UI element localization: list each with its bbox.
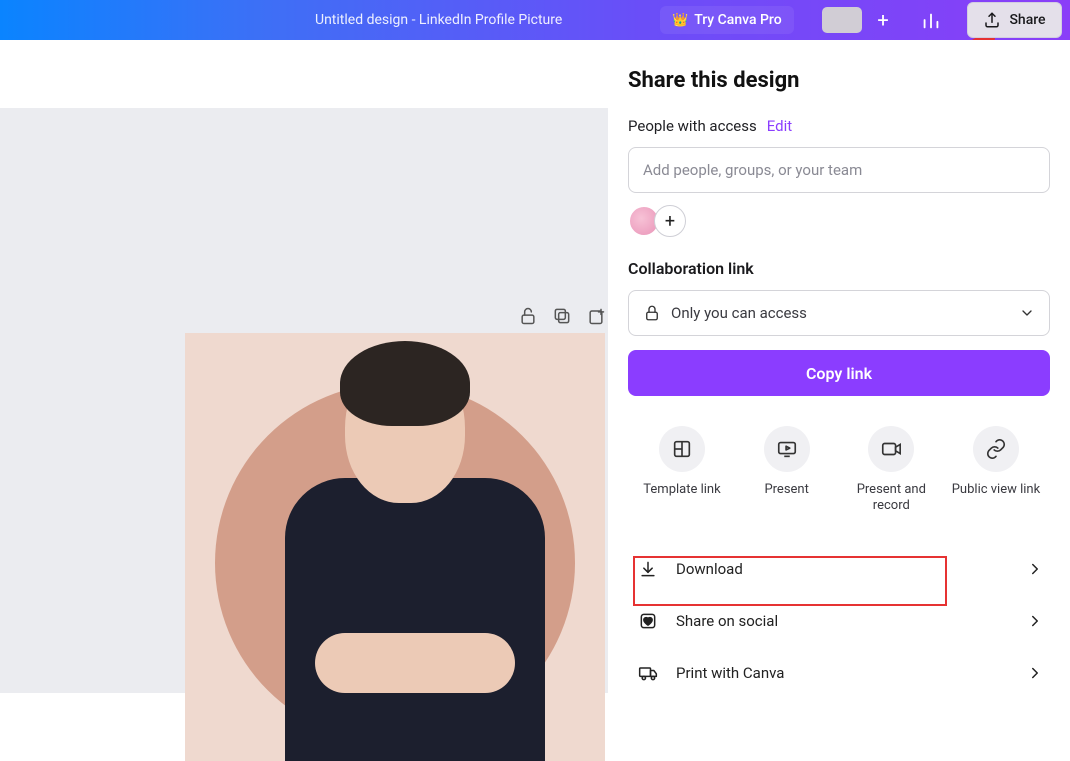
try-canva-pro-button[interactable]: 👑 Try Canva Pro [660, 6, 794, 34]
download-item[interactable]: Download [628, 543, 1050, 595]
heart-icon [636, 609, 660, 633]
share-button[interactable]: Share [967, 2, 1062, 38]
present-record-label: Present and record [839, 482, 943, 515]
present-icon [776, 438, 798, 460]
portrait-arms [315, 633, 515, 693]
access-avatars: + [628, 205, 1050, 237]
chevron-right-icon [1026, 560, 1044, 578]
lock-icon[interactable] [518, 306, 538, 326]
share-panel-title: Share this design [628, 68, 1050, 93]
chevron-right-icon [1026, 612, 1044, 630]
present-label: Present [764, 482, 808, 498]
document-title[interactable]: Untitled design - LinkedIn Profile Pictu… [315, 12, 562, 28]
user-chip[interactable] [822, 7, 862, 33]
link-access-value: Only you can access [671, 304, 807, 322]
canvas-area [0, 40, 608, 693]
analytics-icon[interactable] [920, 9, 942, 31]
people-with-access-label: People with access [628, 117, 757, 135]
template-link-label: Template link [643, 482, 720, 498]
share-social-label: Share on social [676, 612, 778, 630]
print-canva-label: Print with Canva [676, 664, 784, 682]
duplicate-icon[interactable] [552, 306, 572, 326]
chevron-down-icon [1019, 305, 1035, 321]
crown-icon: 👑 [672, 13, 688, 28]
add-person-avatar-button[interactable]: + [654, 205, 686, 237]
download-label: Download [676, 560, 743, 578]
upload-icon [983, 11, 1001, 29]
add-page-icon[interactable] [586, 306, 606, 326]
design-preview[interactable] [185, 333, 605, 761]
edit-access-link[interactable]: Edit [767, 117, 792, 135]
link-icon [985, 438, 1007, 460]
share-on-social-item[interactable]: Share on social [628, 595, 1050, 647]
portrait-body [285, 478, 545, 761]
copy-link-button[interactable]: Copy link [628, 350, 1050, 396]
collaboration-link-title: Collaboration link [628, 259, 1050, 278]
link-access-select[interactable]: Only you can access [628, 290, 1050, 336]
share-button-label: Share [1009, 12, 1045, 28]
try-pro-label: Try Canva Pro [694, 12, 781, 28]
template-link-action[interactable]: Template link [630, 426, 734, 515]
share-panel: Share this design People with access Edi… [608, 40, 1070, 693]
lock-icon [643, 304, 661, 322]
public-view-link-action[interactable]: Public view link [944, 426, 1048, 515]
portrait-hair [340, 341, 470, 426]
record-icon [880, 438, 902, 460]
truck-icon [636, 661, 660, 685]
add-people-input[interactable] [628, 147, 1050, 193]
present-record-action[interactable]: Present and record [839, 426, 943, 515]
share-actions-row: Template link Present [628, 426, 1050, 515]
public-view-link-label: Public view link [952, 482, 1040, 498]
top-bar: Untitled design - LinkedIn Profile Pictu… [0, 0, 1070, 40]
present-action[interactable]: Present [735, 426, 839, 515]
canvas-tools [518, 306, 606, 326]
chevron-right-icon [1026, 664, 1044, 682]
canvas-background[interactable] [0, 108, 608, 693]
print-with-canva-item[interactable]: Print with Canva [628, 647, 1050, 699]
template-icon [671, 438, 693, 460]
add-collaborator-button[interactable]: + [870, 8, 896, 32]
download-icon [636, 557, 660, 581]
